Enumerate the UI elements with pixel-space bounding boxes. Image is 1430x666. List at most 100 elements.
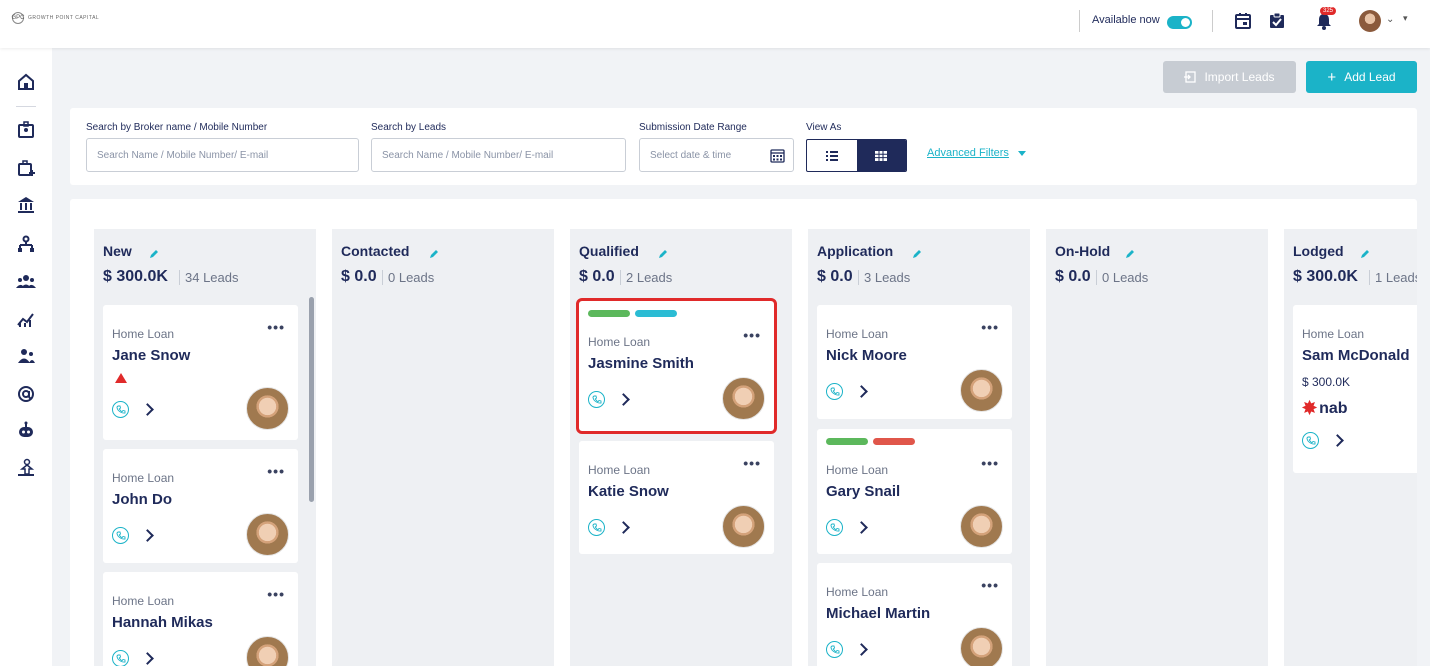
- lead-type: Home Loan: [112, 327, 175, 341]
- phone-icon[interactable]: [112, 527, 129, 544]
- logo-text: GROWTH POINT CAPITAL: [28, 15, 100, 21]
- lead-name[interactable]: Nick Moore: [826, 347, 907, 364]
- task-check-icon[interactable]: [1268, 12, 1286, 30]
- caret-down-icon[interactable]: [1018, 151, 1026, 156]
- user-avatar[interactable]: [1359, 10, 1381, 32]
- chevron-right-icon[interactable]: [855, 521, 868, 534]
- column-lead-count: 3 Leads: [858, 270, 910, 285]
- list-view-button[interactable]: [807, 140, 857, 171]
- lead-card[interactable]: ••• Home Loan Jane Snow: [103, 305, 298, 440]
- lead-name[interactable]: John Do: [112, 491, 172, 508]
- phone-icon[interactable]: [588, 519, 605, 536]
- lead-name[interactable]: Katie Snow: [588, 483, 669, 500]
- lead-avatar: [960, 627, 1003, 666]
- more-options-icon[interactable]: •••: [267, 586, 285, 602]
- chevron-right-icon[interactable]: [617, 393, 630, 406]
- lead-card[interactable]: •••Home LoanSam McDonald$ 300.0K✸nab: [1293, 305, 1417, 473]
- edit-pencil-icon[interactable]: [1125, 246, 1135, 258]
- more-options-icon[interactable]: •••: [743, 455, 761, 471]
- lead-card[interactable]: ••• Home Loan Gary Snail: [817, 429, 1012, 554]
- add-lead-button[interactable]: + Add Lead: [1306, 61, 1417, 93]
- date-range-input[interactable]: Select date & time: [639, 138, 794, 172]
- team-icon[interactable]: [16, 272, 36, 292]
- edit-pencil-icon[interactable]: [1360, 246, 1370, 258]
- column-lead-count: 0 Leads: [1096, 270, 1148, 285]
- phone-icon[interactable]: [1302, 432, 1319, 449]
- chevron-right-icon[interactable]: [141, 403, 154, 416]
- lead-card[interactable]: ••• Home Loan Katie Snow: [579, 441, 774, 554]
- broker-search-label: Search by Broker name / Mobile Number: [86, 122, 268, 133]
- calendar-icon[interactable]: [770, 148, 785, 163]
- plus-icon: +: [1327, 68, 1337, 86]
- column-amount: $ 0.0: [341, 268, 377, 285]
- leads-search-input[interactable]: Search Name / Mobile Number/ E-mail: [371, 138, 626, 172]
- more-options-icon[interactable]: •••: [981, 577, 999, 593]
- lead-name[interactable]: Gary Snail: [826, 483, 900, 500]
- lead-name[interactable]: Jane Snow: [112, 347, 190, 364]
- lead-card[interactable]: ••• Home Loan Hannah Mikas: [103, 572, 298, 666]
- date-range-placeholder: Select date & time: [650, 149, 732, 161]
- phone-icon[interactable]: [826, 519, 843, 536]
- lead-name[interactable]: Sam McDonald: [1302, 347, 1410, 364]
- column-amount: $ 300.0K: [103, 268, 168, 285]
- edit-pencil-icon[interactable]: [429, 246, 439, 258]
- board-view-button[interactable]: [856, 140, 906, 171]
- advanced-filters-link[interactable]: Advanced Filters: [927, 147, 1009, 159]
- chevron-right-icon[interactable]: [855, 643, 868, 656]
- lead-avatar: [722, 505, 765, 548]
- more-options-icon[interactable]: •••: [981, 319, 999, 335]
- home-icon[interactable]: [16, 72, 36, 92]
- chevron-right-icon[interactable]: [855, 385, 868, 398]
- at-icon[interactable]: [16, 384, 36, 404]
- view-toggle: [806, 139, 907, 172]
- partner-icon[interactable]: [16, 458, 36, 478]
- chevron-right-icon[interactable]: [1331, 434, 1344, 447]
- users-icon[interactable]: [16, 346, 36, 366]
- column-lead-count: 34 Leads: [179, 270, 239, 285]
- phone-icon[interactable]: [112, 401, 129, 418]
- chevron-right-icon[interactable]: [141, 529, 154, 542]
- lead-card[interactable]: ••• Home Loan John Do: [103, 449, 298, 563]
- more-options-icon[interactable]: •••: [743, 327, 761, 343]
- calendar-icon[interactable]: [1234, 12, 1252, 30]
- lead-name[interactable]: Michael Martin: [826, 605, 930, 622]
- tag-pill: [873, 438, 915, 445]
- chevron-right-icon[interactable]: [617, 521, 630, 534]
- add-lead-label: Add Lead: [1344, 70, 1396, 84]
- filter-panel: Search by Broker name / Mobile Number Se…: [70, 108, 1417, 185]
- lead-avatar: [246, 387, 289, 430]
- edit-pencil-icon[interactable]: [912, 246, 922, 258]
- org-chart-icon[interactable]: [16, 234, 36, 254]
- phone-icon[interactable]: [112, 650, 129, 666]
- caret-down-icon[interactable]: ▾: [1403, 13, 1408, 24]
- chart-icon[interactable]: [16, 310, 36, 330]
- briefcase-add-icon[interactable]: [16, 158, 36, 178]
- edit-pencil-icon[interactable]: [658, 246, 668, 258]
- broker-search-input[interactable]: Search Name / Mobile Number/ E-mail: [86, 138, 359, 172]
- lead-avatar: [246, 636, 289, 666]
- phone-icon[interactable]: [826, 641, 843, 658]
- lead-name[interactable]: Hannah Mikas: [112, 614, 213, 631]
- chevron-right-icon[interactable]: [141, 652, 154, 665]
- scrollbar-thumb[interactable]: [309, 297, 314, 502]
- more-options-icon[interactable]: •••: [981, 455, 999, 471]
- availability-toggle[interactable]: [1167, 16, 1192, 29]
- more-options-icon[interactable]: •••: [267, 463, 285, 479]
- column-title: Application: [817, 243, 894, 259]
- lead-card[interactable]: ••• Home Loan Nick Moore: [817, 305, 1012, 419]
- robot-icon[interactable]: [16, 420, 36, 440]
- chevron-down-icon[interactable]: ⌄: [1386, 14, 1394, 25]
- lead-card[interactable]: ••• Home Loan Jasmine Smith: [576, 298, 777, 434]
- phone-icon[interactable]: [588, 391, 605, 408]
- lead-name[interactable]: Jasmine Smith: [588, 355, 694, 372]
- bank-icon[interactable]: [16, 195, 36, 215]
- kanban-column: Contacted $ 0.0 0 Leads: [332, 229, 554, 666]
- edit-pencil-icon[interactable]: [149, 246, 159, 258]
- company-logo[interactable]: GPC GROWTH POINT CAPITAL: [12, 12, 99, 24]
- more-options-icon[interactable]: •••: [267, 319, 285, 335]
- contact-card-icon[interactable]: [16, 120, 36, 140]
- import-leads-button[interactable]: Import Leads: [1163, 61, 1296, 93]
- phone-icon[interactable]: [826, 383, 843, 400]
- lead-card[interactable]: ••• Home Loan Michael Martin: [817, 563, 1012, 666]
- lead-type: Home Loan: [588, 463, 651, 477]
